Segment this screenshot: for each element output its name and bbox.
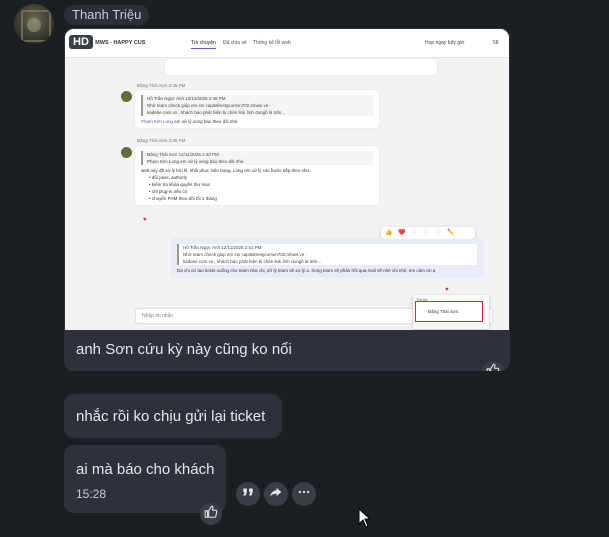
teams-quote-line: Phạm Kim Long em xử lý xong báo theo dõi…: [147, 159, 245, 164]
teams-chat-title: ... MWS - HAPPY CUS: [89, 40, 146, 46]
teams-avatar: [121, 147, 132, 158]
teams-msg-meta: Đặng Thái Sơn 2:46 PM: [137, 83, 186, 88]
teams-meet-now: Họp ngay bây giờ: [425, 40, 465, 46]
teams-quote-author: Hồ Trần Ngọc Ánh 12/11/2025 2:38 PM: [147, 96, 226, 101]
teams-quote-line: Nhờ team check giúp em ctv capitalmetgco…: [147, 103, 272, 108]
quote-icon: [241, 485, 255, 504]
more-icon: [297, 485, 311, 504]
teams-mention: Phạm Kim Long: [141, 119, 174, 124]
teams-header: ... MWS - HAPPY CUS Trò chuyện Đã chia s…: [65, 29, 509, 58]
message-text: ai mà báo cho khách: [76, 461, 215, 478]
shared-screenshot[interactable]: HD ... MWS - HAPPY CUS Trò chuyện Đã chi…: [65, 29, 509, 330]
mouse-cursor-icon: [358, 507, 372, 533]
forward-icon: [269, 485, 283, 504]
teams-message: Đặng Thái Sơn 12/11/2025 2:40 PM Phạm Ki…: [135, 146, 379, 205]
teams-bullet: • đổi pass, authorly: [149, 175, 188, 180]
hd-badge: HD: [69, 35, 93, 49]
teams-tab-shared: Đã chia sẻ: [223, 40, 247, 46]
teams-msg-body: web này đã xử lý bởi lệ, khôi phục hiện …: [141, 168, 311, 173]
chat-message[interactable]: ai mà báo cho khách 15:28: [64, 445, 226, 525]
like-button[interactable]: [200, 503, 222, 525]
message-text: nhắc rồi ko chịu gửi lại ticket: [76, 408, 266, 425]
teams-message-own: Hồ Trần Ngọc Ánh 12/11/2025 2:51 PM Nhờ …: [171, 239, 483, 277]
teams-quote-line: Nhờ team check giúp em ctv capitalmetgco…: [183, 252, 308, 257]
quote-button[interactable]: [236, 482, 260, 506]
sender-avatar[interactable]: [14, 4, 54, 44]
teams-msg-body: em xử lý xong báo theo dõi nhé.: [174, 119, 239, 124]
teams-msg-meta: Đặng Thái Sơn 2:46 PM: [137, 138, 186, 143]
teams-avatar: [121, 91, 132, 102]
sender-name[interactable]: Thanh Triệu: [64, 5, 150, 25]
teams-heart-reaction: ♥: [445, 287, 449, 293]
message-time: 15:28: [76, 487, 107, 501]
like-button[interactable]: [482, 361, 504, 371]
teams-tab-stats: Thống kê lỗi web: [253, 40, 291, 46]
teams-tab-chat: Trò chuyện: [191, 40, 216, 49]
teams-msg-body: Dạ chị cứ tao ticket xuống cho team nha …: [177, 268, 436, 273]
image-message[interactable]: HD ... MWS - HAPPY CUS Trò chuyện Đã chi…: [64, 28, 510, 371]
teams-heart-reaction: ♥: [143, 217, 147, 223]
teams-quote-author: Hồ Trần Ngọc Ánh 12/11/2025 2:51 PM: [183, 245, 262, 250]
forward-button[interactable]: [264, 482, 288, 506]
thumbs-up-icon: [486, 363, 500, 371]
teams-participant-count: 58: [493, 40, 499, 46]
teams-bullet: • chuyển FHM theo dõi tối 1 tháng: [149, 196, 217, 201]
teams-quote-author: Đặng Thái Sơn 12/11/2025 2:40 PM: [147, 152, 219, 157]
teams-bullet: • chỉ plug-in nếu có: [149, 189, 188, 194]
image-caption: anh Sơn cứu kỳ này cũng ko nổi: [76, 341, 292, 358]
teams-quote-line: kadeke.com.vn , khách báo phát hiện bị c…: [183, 259, 322, 264]
teams-mention-suggestion: Đặng Thái Sơn: [415, 301, 483, 322]
chat-message[interactable]: nhắc rồi ko chịu gửi lại ticket: [64, 394, 282, 438]
teams-quote-line: kadeke.com.vn , khách báo phát hiện bị c…: [147, 110, 286, 115]
thumbs-up-icon: [204, 505, 218, 523]
teams-bubble-top: [165, 59, 437, 75]
teams-reaction-toolbar: 👍 ❤️ 😆 😮 😢 ✏️ ...: [381, 227, 475, 239]
more-options-button[interactable]: [292, 482, 316, 506]
teams-bullet: • kiểm tra khóa quyền thư mục: [149, 182, 211, 187]
teams-message: Hồ Trần Ngọc Ánh 12/11/2025 2:38 PM Nhờ …: [135, 90, 379, 128]
